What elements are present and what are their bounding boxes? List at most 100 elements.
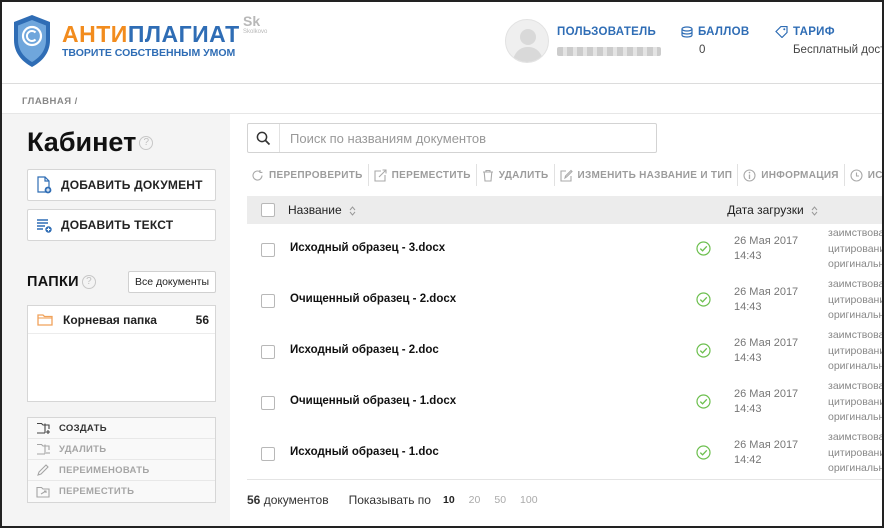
add-text-icon [37,219,52,233]
logo-part-plagiat: ПЛАГИАТ [127,21,240,47]
search-icon [256,131,271,145]
check-circle-icon [696,343,711,358]
table-row[interactable]: Исходный образец - 1.doc 26 Мая 2017 14:4… [247,428,882,480]
shield-logo-icon[interactable] [12,14,52,68]
tariff-info[interactable]: ТАРИФ Бесплатный доступ [775,26,882,56]
document-metrics: заимствованияцитированияоригинальность [828,227,884,270]
document-metrics: заимствованияцитированияоригинальность [828,431,884,474]
delete-button[interactable]: УДАЛИТЬ [477,164,555,186]
document-name[interactable]: Исходный образец - 1.doc [290,446,439,458]
move-button[interactable]: ПЕРЕМЕСТИТЬ [369,164,477,186]
search-box [247,123,657,153]
check-circle-icon [696,292,711,307]
folder-icon [37,314,53,326]
rename-type-button[interactable]: ИЗМЕНИТЬ НАЗВАНИЕ И ТИП [555,164,739,186]
check-circle-icon [696,241,711,256]
check-circle-icon [696,394,711,409]
folder-count: 56 [195,312,209,327]
search-input[interactable] [281,124,651,152]
folder-actions: СОЗДАТЬ УДАЛИТЬ ПЕРЕИМЕНОВАТЬ ПЕРЕМЕСТИТ… [27,417,216,503]
row-checkbox[interactable] [261,447,275,461]
create-folder-button[interactable]: СОЗДАТЬ [28,418,215,439]
breadcrumb-home[interactable]: ГЛАВНАЯ [22,96,72,107]
logo-tagline: ТВОРИТЕ СОБСТВЕННЫМ УМОМ [62,47,236,59]
add-text-button[interactable]: ДОБАВИТЬ ТЕКСТ [27,209,216,241]
tag-icon [775,26,788,38]
page-size-20[interactable]: 20 [469,494,481,506]
search-button[interactable] [248,124,280,152]
report-history-button[interactable]: ИСТОРИЯ ОТЧЕТОВ [845,164,882,186]
user-info[interactable]: ПОЛЬЗОВАТЕЛЬ [557,26,661,56]
table-header: Название Дата загрузки [247,196,882,224]
row-checkbox[interactable] [261,294,275,308]
table-row[interactable]: Очищенный образец - 1.docx 26 Мая 2017 14… [247,377,882,429]
row-checkbox[interactable] [261,345,275,359]
folder-item-root[interactable]: Корневая папка 56 [28,306,215,334]
document-date: 26 Мая 2017 14:43 [734,235,799,262]
table-row[interactable]: Исходный образец - 2.doc 26 Мая 2017 14:4… [247,326,882,378]
select-all-checkbox[interactable] [261,203,275,217]
brand-logo[interactable]: АНТИПЛАГИАТ ТВОРИТЕ СОБСТВЕННЫМ УМОМ [62,22,240,59]
document-metrics: заимствованияцитированияоригинальность [828,278,884,321]
refresh-icon [252,169,263,181]
add-document-icon [37,176,52,194]
user-label: ПОЛЬЗОВАТЕЛЬ [557,26,657,38]
breadcrumb: ГЛАВНАЯ / [22,96,78,107]
folder-move-icon [36,486,50,498]
user-silhouette-icon [512,29,544,62]
user-avatar[interactable] [505,19,549,63]
add-document-button[interactable]: ДОБАВИТЬ ДОКУМЕНТ [27,169,216,201]
document-name[interactable]: Исходный образец - 2.doc [290,344,439,356]
delete-folder-button[interactable]: УДАЛИТЬ [28,439,215,460]
page-size-label: Показывать по [348,493,431,507]
document-date: 26 Мая 2017 14:42 [734,439,799,466]
page-size-50[interactable]: 50 [494,494,506,506]
recheck-button[interactable]: ПЕРЕПРОВЕРИТЬ [247,164,369,186]
folders-help-icon[interactable]: ? [81,275,96,289]
rename-folder-button[interactable]: ПЕРЕИМЕНОВАТЬ [28,460,215,481]
add-text-label: ДОБАВИТЬ ТЕКСТ [61,218,174,232]
column-name-header[interactable]: Название [288,203,356,217]
sidebar: Кабинет ? ДОБАВИТЬ ДОКУМЕНТ ДОБАВИТЬ ТЕК… [2,114,230,526]
document-metrics: заимствованияцитированияоригинальность [828,329,884,372]
folders-title: ПАПКИ [27,274,79,290]
history-icon [850,168,863,182]
help-icon[interactable]: ? [139,135,154,150]
breadcrumb-separator: / [74,96,78,107]
sort-icon [349,206,356,216]
row-checkbox[interactable] [261,243,275,257]
pagination-bar: 56 документов Показывать по 10 20 50 100 [247,490,882,510]
move-folder-button[interactable]: ПЕРЕМЕСТИТЬ [28,481,215,502]
folder-add-icon [37,422,50,434]
table-row[interactable]: Очищенный образец - 2.docx 26 Мая 2017 14… [247,275,882,327]
table-row[interactable]: Исходный образец - 3.docx 26 Мая 2017 14:… [247,224,882,276]
row-checkbox[interactable] [261,396,275,410]
app-window: АНТИПЛАГИАТ ТВОРИТЕ СОБСТВЕННЫМ УМОМ Sk … [0,0,884,528]
document-name[interactable]: Исходный образец - 3.docx [290,242,445,254]
edit-icon [559,169,573,182]
document-metrics: заимствованияцитированияоригинальность [828,380,884,423]
page-size-100[interactable]: 100 [520,494,538,506]
move-icon [374,168,387,182]
tariff-value: Бесплатный доступ [793,44,882,56]
document-date: 26 Мая 2017 14:43 [734,337,799,364]
folder-name: Корневая папка [63,312,157,327]
trash-icon [482,169,493,182]
document-name[interactable]: Очищенный образец - 2.docx [290,293,456,305]
balance-value: 0 [699,44,706,56]
logo-part-anti: АНТИ [62,21,128,47]
document-name[interactable]: Очищенный образец - 1.docx [290,395,456,407]
page-size-10[interactable]: 10 [443,494,455,506]
top-header: АНТИПЛАГИАТ ТВОРИТЕ СОБСТВЕННЫМ УМОМ Sk … [2,2,882,84]
all-documents-button[interactable]: Все документы [127,271,216,293]
document-date: 26 Мая 2017 14:43 [734,388,799,415]
document-count: 56 документов [247,493,329,507]
balance-info[interactable]: БАЛЛОВ 0 [681,26,749,56]
check-circle-icon [696,445,711,460]
document-toolbar: ПЕРЕПРОВЕРИТЬ ПЕРЕМЕСТИТЬ УДАЛИТЬ ИЗМЕНИ… [247,164,882,186]
column-date-header[interactable]: Дата загрузки [727,203,818,217]
folders-list: Корневая папка 56 [27,305,216,402]
document-date: 26 Мая 2017 14:43 [734,286,799,313]
info-button[interactable]: ИНФОРМАЦИЯ [738,164,845,186]
tariff-label: ТАРИФ [793,26,835,38]
